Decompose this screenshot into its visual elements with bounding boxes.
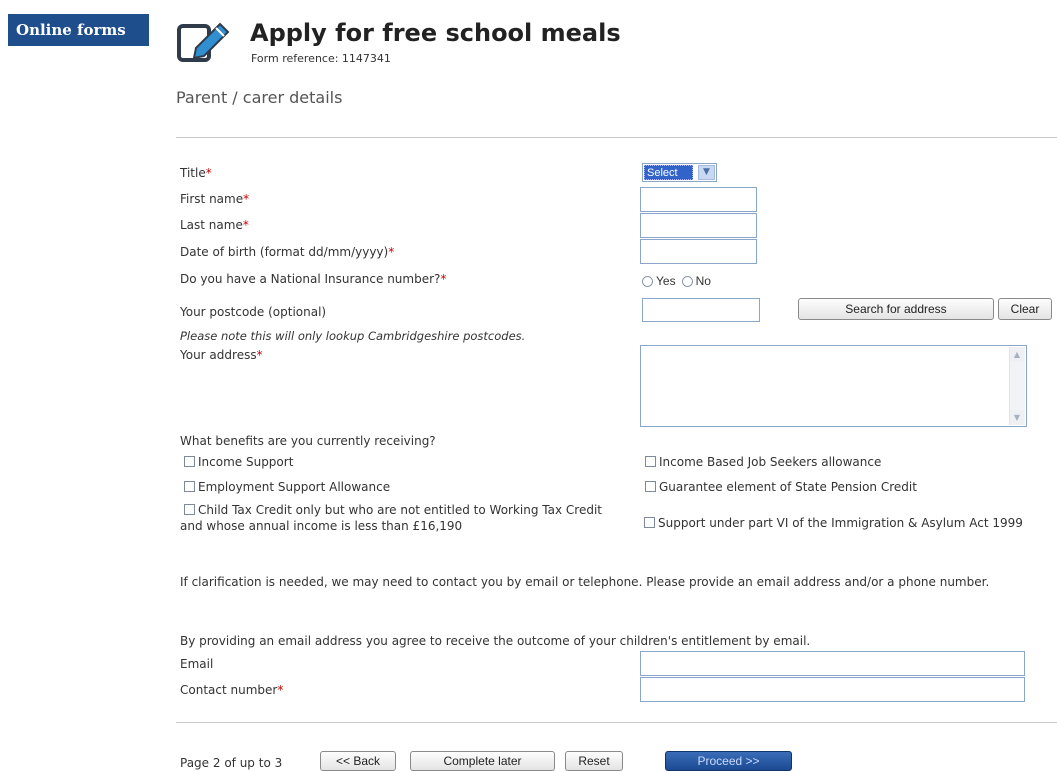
email-label: Email [180,657,214,671]
contact-number-label: Contact number* [180,683,284,697]
scroll-up-icon[interactable]: ▲ [1010,347,1024,362]
address-textarea[interactable]: ▲ ▼ [640,345,1027,427]
clear-button[interactable]: Clear [998,298,1052,320]
ni-no-radio[interactable] [681,275,693,287]
chevron-down-icon[interactable]: ▼ [698,165,715,180]
back-button[interactable]: << Back [320,751,396,771]
dob-label: Date of birth (format dd/mm/yyyy)* [180,245,395,259]
ni-no-label[interactable]: No [696,274,711,288]
postcode-note: Please note this will only lookup Cambri… [180,329,526,343]
scroll-down-icon[interactable]: ▼ [1010,410,1024,425]
proceed-button[interactable]: Proceed >> [665,751,792,771]
first-name-label: First name* [180,192,250,206]
benefit-employment-support[interactable]: Employment Support Allowance [184,480,390,494]
title-label: Title* [180,166,212,180]
search-address-button[interactable]: Search for address [798,298,994,320]
checkbox[interactable] [184,504,195,515]
postcode-label: Your postcode (optional) [180,305,327,319]
benefit-child-tax-credit[interactable]: Child Tax Credit only but who are not en… [180,502,620,534]
address-scrollbar[interactable]: ▲ ▼ [1009,347,1025,425]
benefits-question: What benefits are you currently receivin… [180,434,436,448]
reset-button[interactable]: Reset [565,751,623,771]
page-title: Apply for free school meals [250,19,621,47]
ni-yes-radio[interactable] [642,275,653,287]
form-edit-icon [176,18,232,64]
checkbox[interactable] [184,456,195,467]
section-title: Parent / carer details [176,88,343,107]
page-indicator: Page 2 of up to 3 [180,756,283,770]
checkbox[interactable] [184,481,195,492]
first-name-input[interactable] [640,187,757,212]
online-forms-link[interactable]: Online forms [8,14,149,46]
checkbox[interactable] [645,456,656,467]
title-select-value: Select [644,165,693,180]
complete-later-button[interactable]: Complete later [410,751,555,771]
benefit-income-support[interactable]: Income Support [184,455,293,469]
contact-number-input[interactable] [640,677,1025,702]
dob-input[interactable] [640,239,757,264]
divider-top [176,137,1057,138]
benefit-pension-credit[interactable]: Guarantee element of State Pension Credi… [645,480,917,494]
postcode-input[interactable] [642,298,760,322]
last-name-input[interactable] [640,213,757,238]
ni-yes-label[interactable]: Yes [656,274,676,288]
divider-bottom [176,722,1057,723]
checkbox[interactable] [644,517,655,528]
address-label: Your address* [180,348,263,362]
last-name-label: Last name* [180,218,249,232]
form-reference: Form reference: 1147341 [251,52,391,65]
consent-text: By providing an email address you agree … [180,634,811,648]
email-input[interactable] [640,651,1025,676]
benefit-jobseekers[interactable]: Income Based Job Seekers allowance [645,455,881,469]
ni-radio-group: Yes No [642,274,717,288]
benefit-immigration[interactable]: Support under part VI of the Immigration… [640,515,1055,531]
checkbox[interactable] [645,481,656,492]
title-select[interactable]: Select ▼ [642,163,717,182]
ni-label: Do you have a National Insurance number?… [180,272,447,286]
clarification-text: If clarification is needed, we may need … [180,575,990,589]
